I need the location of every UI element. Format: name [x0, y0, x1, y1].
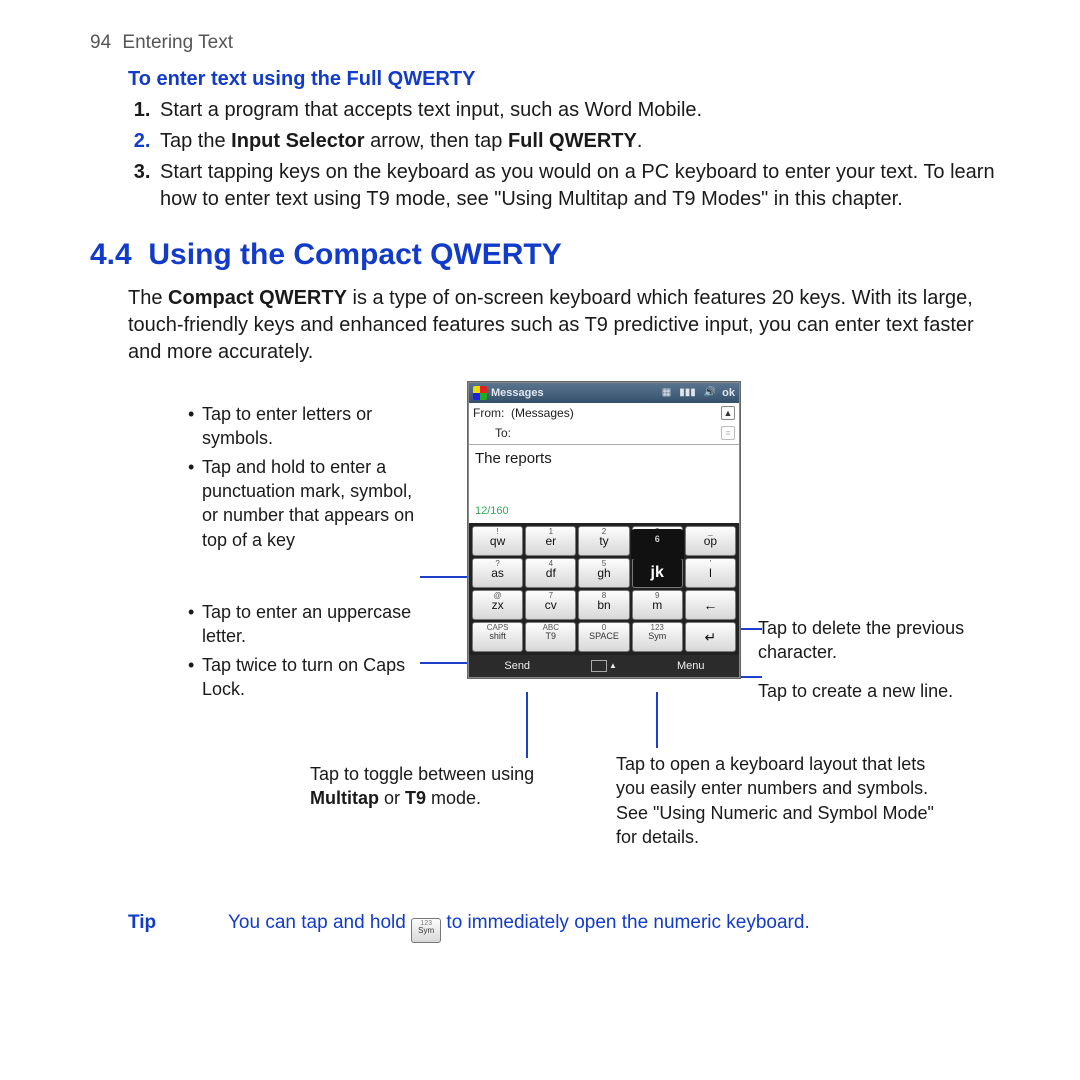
from-label: From: — [473, 405, 511, 421]
ok-button[interactable]: ok — [722, 386, 735, 401]
key-t9[interactable]: ABCT9 — [525, 622, 576, 652]
message-body[interactable]: The reports 12/160 — [469, 445, 739, 523]
callout-newline: Tap to create a new line. — [758, 679, 998, 703]
tip-row: Tip You can tap and hold 123Sym to immed… — [128, 910, 1000, 943]
key-as[interactable]: ?as — [472, 558, 523, 588]
char-counter: 12/160 — [475, 504, 509, 519]
key-[interactable]: ↵ — [685, 622, 736, 652]
callout-capslock: Tap twice to turn on Caps Lock. — [188, 653, 418, 702]
key-bn[interactable]: 8bn — [578, 590, 629, 620]
key-zx[interactable]: @zx — [472, 590, 523, 620]
connector-line — [420, 576, 470, 578]
chevron-up-icon: ▲ — [609, 661, 617, 672]
softkey-menu[interactable]: Menu — [643, 655, 739, 678]
compact-qwerty-keyboard: !qw1er2ty3ui_op ?as4df5gh6jk'l @zx7cv8bn… — [469, 523, 739, 655]
volume-icon: 🔊 — [702, 386, 718, 400]
message-text: The reports — [475, 450, 552, 467]
tip-label: Tip — [128, 910, 228, 943]
key-space[interactable]: 0SPACE — [578, 622, 629, 652]
key-l[interactable]: 'l — [685, 558, 736, 588]
step-3: Start tapping keys on the keyboard as yo… — [156, 159, 1000, 213]
step-2: Tap the Input Selector arrow, then tap F… — [156, 128, 1000, 155]
sym-key-inline-icon: 123Sym — [411, 918, 441, 943]
callout-toggle-mode: Tap to toggle between using Multitap or … — [310, 762, 590, 811]
key-er[interactable]: 1er — [525, 526, 576, 556]
key-[interactable]: ← — [685, 590, 736, 620]
softkey-send[interactable]: Send — [469, 655, 565, 678]
key-op[interactable]: _op — [685, 526, 736, 556]
to-row[interactable]: To: ≡ — [469, 423, 739, 443]
callout-numeric-symbol: Tap to open a keyboard layout that lets … — [616, 752, 946, 849]
key-qw[interactable]: !qw — [472, 526, 523, 556]
subheading-full-qwerty: To enter text using the Full QWERTY — [128, 66, 1000, 93]
phone-screenshot: Messages ▦ ▮▮▮ 🔊 ok From: (Messages) ▲ T… — [468, 382, 740, 678]
key-sym[interactable]: 123Sym — [632, 622, 683, 652]
key-shift[interactable]: CAPSshift — [472, 622, 523, 652]
key-df[interactable]: 4df — [525, 558, 576, 588]
connector-line — [656, 692, 658, 748]
figure: Tap to enter letters or symbols. Tap and… — [128, 382, 1000, 902]
step-1: Start a program that accepts text input,… — [156, 97, 1000, 124]
callout-delete: Tap to delete the previous character. — [758, 616, 998, 665]
from-value: (Messages) — [511, 405, 719, 421]
left-callouts: Tap to enter letters or symbols. Tap and… — [188, 402, 418, 705]
to-label: To: — [473, 425, 515, 441]
page-header: 94 Entering Text — [90, 30, 1000, 56]
key-gh[interactable]: 5gh — [578, 558, 629, 588]
connector-line — [740, 628, 762, 630]
key-cv[interactable]: 7cv — [525, 590, 576, 620]
network-icon: ▦ — [660, 386, 673, 400]
section-heading: 4.4 Using the Compact QWERTY — [90, 235, 1000, 276]
keyboard-icon — [591, 660, 607, 672]
scroll-up-icon[interactable]: ▲ — [721, 406, 735, 420]
callout-hold-punct: Tap and hold to enter a punctuation mark… — [188, 455, 418, 552]
key-jk[interactable]: 6jk — [632, 558, 683, 588]
steps-list: Start a program that accepts text input,… — [128, 97, 1000, 213]
scroll-handle-icon[interactable]: ≡ — [721, 426, 735, 440]
right-callouts: Tap to delete the previous character. Ta… — [758, 616, 998, 703]
windows-flag-icon — [473, 386, 487, 400]
page-number: 94 — [90, 32, 111, 53]
softkey-keyboard-selector[interactable]: ▲ — [565, 655, 642, 678]
signal-icon: ▮▮▮ — [677, 386, 698, 400]
softkey-bar: Send ▲ Menu — [469, 655, 739, 678]
intro-paragraph: The Compact QWERTY is a type of on-scree… — [128, 285, 1000, 366]
titlebar: Messages ▦ ▮▮▮ 🔊 ok — [469, 383, 739, 403]
callout-letters: Tap to enter letters or symbols. — [188, 402, 418, 451]
from-row: From: (Messages) ▲ — [469, 403, 739, 423]
connector-line — [740, 676, 762, 678]
connector-line — [420, 662, 470, 664]
message-form: From: (Messages) ▲ To: ≡ — [469, 403, 739, 444]
tip-text: You can tap and hold 123Sym to immediate… — [228, 910, 1000, 943]
titlebar-title: Messages — [491, 386, 544, 401]
key-ty[interactable]: 2ty — [578, 526, 629, 556]
key-m[interactable]: 9m — [632, 590, 683, 620]
callout-uppercase: Tap to enter an uppercase letter. — [188, 600, 418, 649]
connector-line — [526, 692, 528, 758]
section-name: Entering Text — [122, 32, 233, 53]
